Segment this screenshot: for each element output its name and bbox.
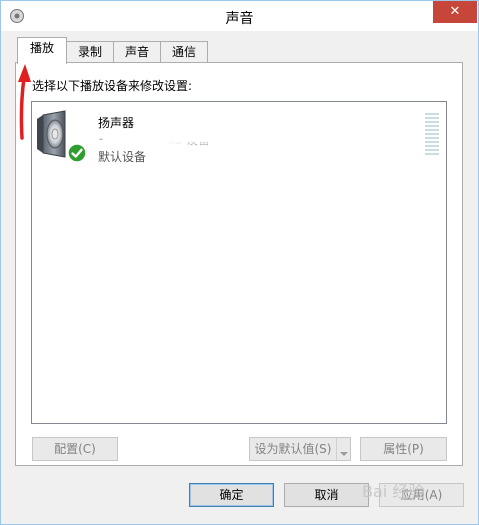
tab-label: 通信 bbox=[171, 45, 196, 59]
tab-label: 播放 bbox=[29, 41, 54, 55]
playback-device-list[interactable]: 扬声器 ⁃lio 设备 默认设备 bbox=[31, 101, 447, 424]
title-bar[interactable]: 声音 ✕ bbox=[1, 1, 478, 32]
tab-playback[interactable]: 播放 bbox=[17, 37, 67, 64]
properties-button[interactable]: 属性(P) bbox=[360, 437, 447, 461]
tab-sounds[interactable]: 声音 bbox=[113, 41, 161, 63]
window-title: 声音 bbox=[225, 11, 254, 27]
redacted-area bbox=[152, 127, 252, 141]
device-status: 默认设备 bbox=[98, 150, 147, 164]
configure-button[interactable]: 配置(C) bbox=[32, 437, 118, 461]
cancel-button[interactable]: 取消 bbox=[284, 483, 369, 507]
green-check-icon bbox=[67, 143, 87, 163]
close-icon: ✕ bbox=[449, 4, 461, 19]
tab-communications[interactable]: 通信 bbox=[160, 41, 208, 63]
tab-recording[interactable]: 录制 bbox=[66, 41, 114, 63]
set-default-button[interactable]: 设为默认值(S) bbox=[249, 437, 337, 461]
list-item[interactable]: 扬声器 ⁃lio 设备 默认设备 bbox=[35, 107, 443, 164]
ok-button[interactable]: 确定 bbox=[189, 483, 274, 507]
device-name: 扬声器 bbox=[98, 116, 135, 130]
chevron-down-icon bbox=[339, 446, 349, 460]
close-button[interactable]: ✕ bbox=[433, 1, 477, 23]
red-arrow-annotation bbox=[15, 60, 35, 140]
device-description-fragment: ⁃ bbox=[98, 133, 104, 147]
instruction-text: 选择以下播放设备来修改设置: bbox=[32, 79, 193, 93]
tab-label: 声音 bbox=[124, 45, 149, 59]
watermark: Bai 经验 bbox=[362, 482, 425, 501]
volume-meter bbox=[425, 113, 439, 155]
set-default-dropdown-button[interactable] bbox=[336, 437, 351, 461]
tab-label: 录制 bbox=[77, 45, 102, 59]
